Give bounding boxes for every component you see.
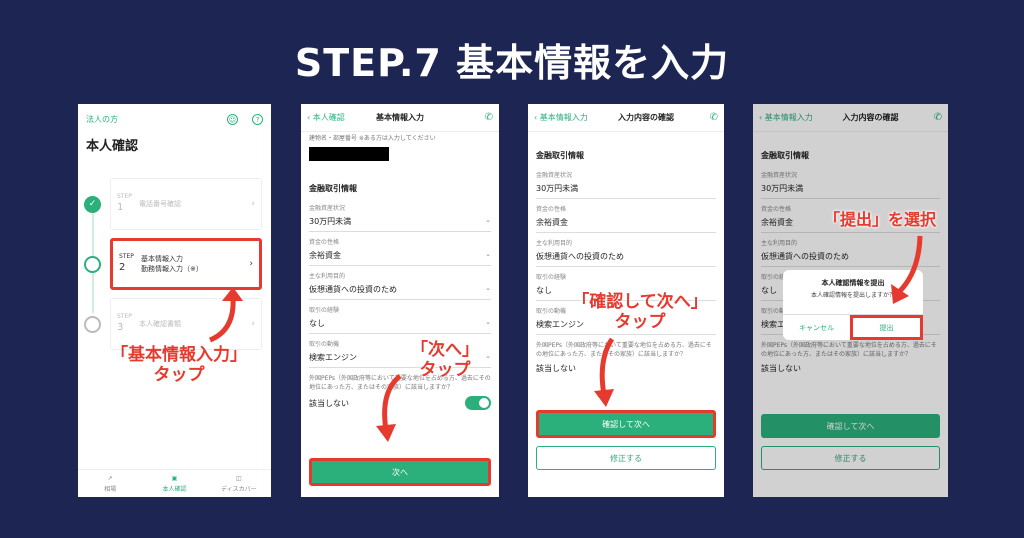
field-value: 仮想通貨への投資のため	[536, 252, 624, 261]
field-value: 余裕資金	[536, 218, 568, 227]
field-fund-nature[interactable]: 資金の性格余裕資金 ⌄	[301, 232, 499, 266]
field-value: なし	[536, 286, 552, 295]
step-subtitle: 勤務情報入力（※）	[141, 265, 203, 273]
nav-label: 相場	[104, 485, 117, 493]
check-icon: ✓	[84, 195, 101, 213]
step-label: STEP	[119, 252, 134, 260]
field-value: なし	[309, 319, 325, 328]
arrow-icon	[891, 235, 923, 304]
field-purpose[interactable]: 主な利用目的仮想通貨への投資のため ⌄	[301, 266, 499, 300]
screen-title: 入力内容の確認	[618, 113, 674, 122]
peps-toggle[interactable]	[465, 396, 491, 410]
nav-item-market[interactable]: ↗ 相場	[78, 470, 142, 497]
help-icon[interactable]: ?	[252, 114, 263, 125]
id-card-icon: ▣	[171, 474, 178, 482]
step-title: 基本情報入力	[141, 254, 183, 263]
annotation-text: 「次へ」	[411, 340, 479, 360]
section-title: 金融取引情報	[309, 184, 357, 193]
step-card-1[interactable]: STEP 1 電話番号確認 ›	[110, 178, 262, 230]
arrow-icon	[376, 374, 402, 442]
nav-item-identity[interactable]: ▣ 本人確認	[142, 470, 206, 497]
field-label: 取引の経験	[309, 307, 340, 314]
step-number: 3	[117, 322, 124, 334]
nav-label: 本人確認	[162, 485, 187, 493]
field-value: 30万円未満	[536, 184, 579, 193]
bottom-nav: ↗ 相場 ▣ 本人確認 ◫ ディスカバー	[78, 469, 271, 497]
chevron-right-icon: ›	[251, 319, 255, 329]
phone-icon[interactable]: ✆	[710, 112, 718, 123]
confirm-next-button[interactable]: 確認して次へ	[536, 410, 716, 438]
field-value: 30万円未満	[309, 217, 352, 226]
back-label: 基本情報入力	[539, 113, 588, 122]
annotation-text: タップ	[614, 312, 666, 333]
field-label: 金融資産状況	[536, 172, 573, 179]
annotation-text: 「基本情報入力」	[111, 345, 247, 365]
annotation-next: 「次へ」 タップ	[400, 340, 490, 381]
field-experience[interactable]: 取引の経験なし ⌄	[301, 300, 499, 334]
step-title: 電話番号確認	[139, 199, 181, 208]
field-label: 取引の経験	[536, 274, 567, 281]
corp-link[interactable]: 法人の方	[86, 114, 118, 125]
page-title: STEP.7 基本情報を入力	[294, 41, 730, 85]
field-label: 主な利用目的	[309, 273, 346, 280]
annotation-submit: 「提出」を選択	[810, 210, 950, 229]
back-link[interactable]: ‹ 基本情報入力	[534, 112, 588, 123]
address-note: 建物名・部屋番号 ※ある方は入力してください	[309, 135, 436, 142]
screen-header: ‹ 本人確認 基本情報入力 ✆	[301, 104, 499, 132]
phone-icon[interactable]: ✆	[485, 112, 493, 123]
confirm-fund-nature: 資金の性格 余裕資金	[528, 199, 724, 233]
field-value: 検索エンジン	[309, 353, 357, 362]
chart-icon: ↗	[107, 474, 113, 482]
field-value: 余裕資金	[309, 251, 341, 260]
arrow-icon	[208, 287, 243, 343]
step-number: 1	[117, 202, 124, 214]
field-label: 資金の性格	[536, 206, 567, 213]
field-label: 主な利用目的	[536, 240, 573, 247]
step-label: STEP	[117, 192, 132, 200]
step-label: STEP	[117, 312, 132, 320]
submit-button[interactable]: 提出	[850, 315, 923, 340]
peps-value: 該当しない	[309, 398, 349, 408]
back-label: 本人確認	[312, 113, 345, 122]
next-button[interactable]: 次へ	[309, 458, 491, 486]
book-icon: ◫	[235, 474, 242, 482]
annotation-text: 「提出」を選択	[823, 210, 936, 229]
screen-header: ‹ 基本情報入力 入力内容の確認 ✆	[528, 104, 724, 132]
annotation-confirm: 「確認して次へ」 タップ	[565, 292, 715, 333]
nav-label: ディスカバー	[221, 485, 257, 493]
confirm-assets: 金融資産状況 30万円未満	[528, 165, 724, 199]
annotation-text: 「確認して次へ」	[572, 292, 708, 312]
redacted-field	[309, 147, 389, 161]
screen-heading: 本人確認	[86, 139, 139, 154]
step-row-1: ✓ STEP 1 電話番号確認 ›	[84, 174, 266, 234]
annotation-basic-info: 「基本情報入力」 タップ	[84, 345, 274, 386]
current-step-icon	[84, 255, 101, 273]
user-icon[interactable]: ☺	[227, 114, 238, 125]
field-label: 資金の性格	[309, 239, 340, 246]
annotation-text: タップ	[419, 360, 471, 381]
chevron-down-icon: ⌄	[485, 250, 491, 258]
pending-step-icon	[84, 315, 101, 333]
field-value: 仮想通貨への投資のため	[309, 285, 397, 294]
field-label: 金融資産状況	[309, 205, 346, 212]
section-title: 金融取引情報	[536, 151, 584, 160]
arrow-icon	[594, 337, 615, 407]
step-card-2[interactable]: STEP 2 基本情報入力勤務情報入力（※） ›	[110, 238, 262, 290]
step-number: 2	[119, 262, 126, 274]
field-assets[interactable]: 金融資産状況 30万円未満 ⌄	[301, 198, 499, 232]
back-link[interactable]: ‹ 本人確認	[307, 112, 345, 123]
chevron-right-icon: ›	[249, 259, 253, 269]
annotation-text: タップ	[153, 365, 205, 386]
nav-item-discover[interactable]: ◫ ディスカバー	[207, 470, 271, 497]
chevron-down-icon: ⌄	[485, 216, 491, 224]
cancel-button[interactable]: キャンセル	[783, 315, 850, 340]
confirm-purpose: 主な利用目的仮想通貨への投資のため	[528, 233, 724, 267]
chevron-right-icon: ›	[251, 199, 255, 209]
edit-button[interactable]: 修正する	[536, 446, 716, 470]
chevron-down-icon: ⌄	[485, 318, 491, 326]
chevron-down-icon: ⌄	[485, 284, 491, 292]
